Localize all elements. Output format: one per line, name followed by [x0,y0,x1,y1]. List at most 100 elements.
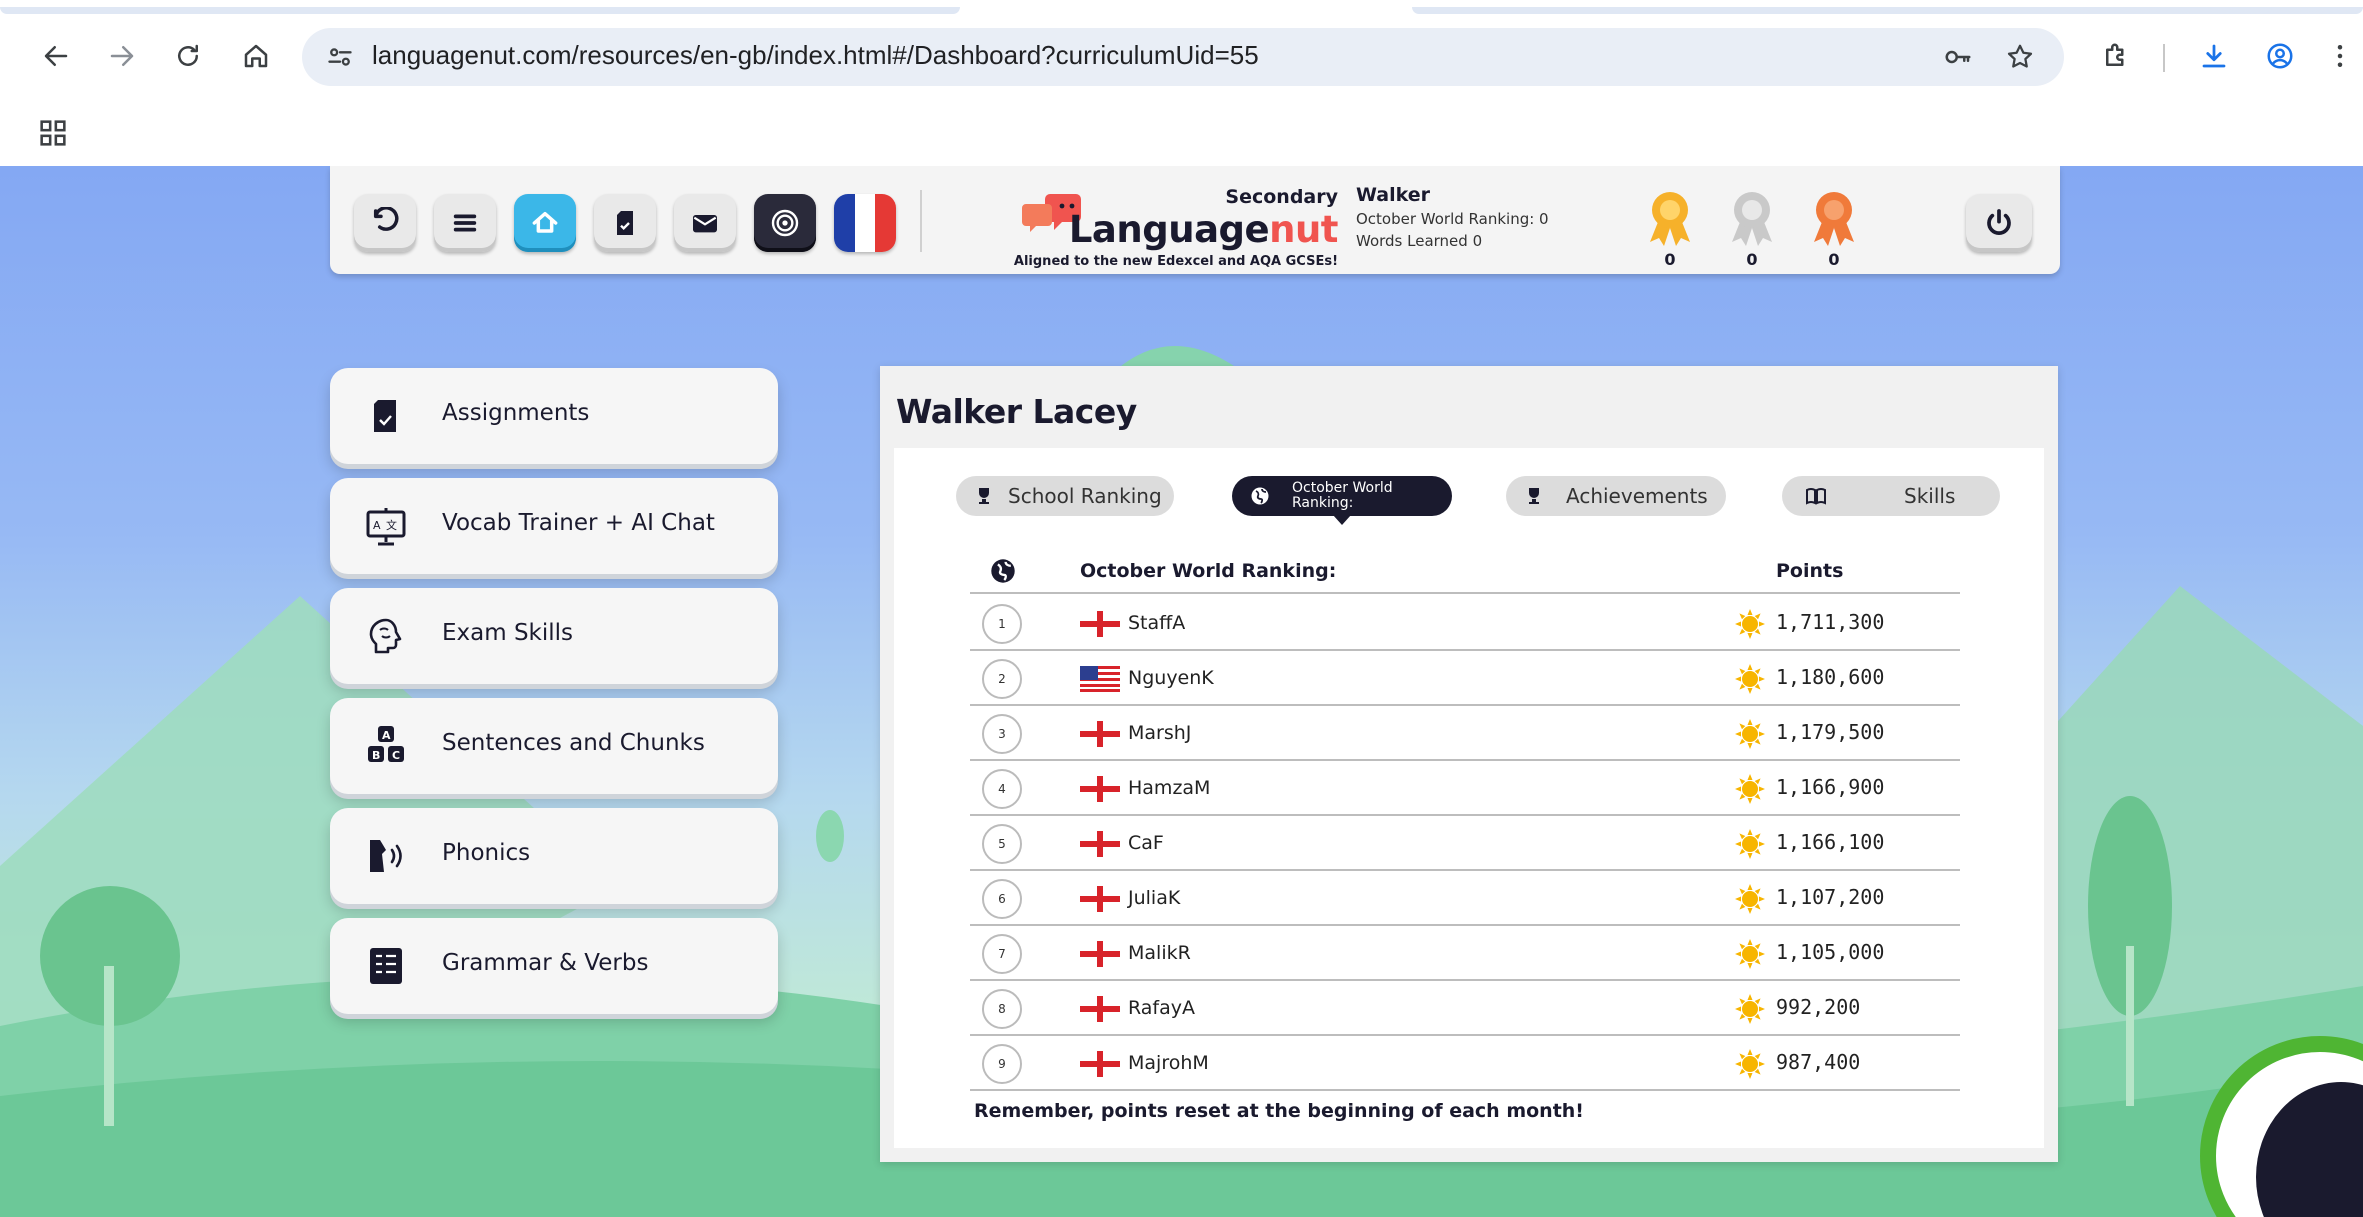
page-viewport: Secondary Languagenut Aligned to the new… [0,166,2363,1217]
undo-arrow-icon [373,207,399,231]
player-points: 1,711,300 [1776,610,1885,634]
home-browser-button[interactable] [234,34,278,78]
apps-grid-icon[interactable] [36,116,70,150]
sun-points-icon [1734,938,1766,970]
french-flag-icon [834,194,855,252]
app-top-bar: Secondary Languagenut Aligned to the new… [330,166,2060,274]
profile-button[interactable] [2258,34,2302,78]
menu-button[interactable] [434,194,496,252]
gold-medal[interactable]: 0 [1640,188,1700,269]
menu-sentences-chunks[interactable]: ABC Sentences and Chunks [330,698,778,794]
england-flag-icon [1080,996,1120,1022]
england-flag-icon [1080,941,1120,967]
site-info-icon[interactable] [324,41,356,73]
brain-icon [364,614,408,658]
tab-inactive[interactable] [1412,7,2363,14]
url-text[interactable]: languagenut.com/resources/en-gb/index.ht… [372,40,1259,71]
player-points: 1,105,000 [1776,940,1885,964]
ranking-row[interactable]: 6 JuliaK 1,107,200 [970,871,1960,926]
vocab-trainer-icon: A文 [364,504,408,548]
abc-blocks-icon: ABC [364,724,408,768]
player-name: CaF [1128,832,1164,854]
browser-menu-button[interactable] [2320,34,2360,78]
menu-phonics[interactable]: Phonics [330,808,778,904]
language-flag-button[interactable] [834,194,896,252]
ranking-row[interactable]: 9 MajrohM 987,400 [970,1036,1960,1091]
menu-label: Grammar & Verbs [442,950,649,976]
player-name: MajrohM [1128,1052,1209,1074]
menu-label: Sentences and Chunks [442,730,705,756]
ranking-row[interactable]: 3 MarshJ 1,179,500 [970,706,1960,761]
sun-points-icon [1734,993,1766,1025]
home-button[interactable] [514,194,576,252]
silver-medal[interactable]: 0 [1722,188,1782,269]
live-button[interactable] [754,194,816,252]
logo-wordmark: Languagenut [1069,208,1339,251]
house-icon [244,44,268,68]
tab-october-world-ranking[interactable]: October World Ranking: [1232,476,1452,525]
england-flag-icon [1080,1051,1120,1077]
player-points: 1,179,500 [1776,720,1885,744]
chat-bubble-icon [2256,1082,2363,1217]
england-flag-icon [1080,776,1120,802]
svg-text:C: C [392,749,400,762]
ranking-row[interactable]: 2 NguyenK 1,180,600 [970,651,1960,706]
ranking-row[interactable]: 5 CaF 1,166,100 [970,816,1960,871]
bronze-medal[interactable]: 0 [1804,188,1864,269]
ranking-row[interactable]: 8 RafayA 992,200 [970,981,1960,1036]
svg-text:文: 文 [386,518,397,532]
address-bar[interactable]: languagenut.com/resources/en-gb/index.ht… [302,28,2064,86]
england-flag-icon [1080,721,1120,747]
extensions-button[interactable] [2094,34,2138,78]
tab-label: School Ranking [1008,484,1162,508]
menu-label: Assignments [442,400,590,426]
assignments-top-button[interactable] [594,194,656,252]
undo-button[interactable] [354,194,416,252]
player-name: StaffA [1128,612,1186,634]
ranking-row[interactable]: 7 MalikR 1,105,000 [970,926,1960,981]
messages-button[interactable] [674,194,736,252]
rank-badge: 9 [982,1044,1022,1084]
profile-icon [2267,43,2293,69]
menu-exam-skills[interactable]: Exam Skills [330,588,778,684]
tab-skills[interactable]: Skills [1782,476,2000,516]
sun-points-icon [1734,718,1766,750]
rank-badge: 4 [982,769,1022,809]
forward-button[interactable] [100,34,144,78]
assignment-icon [617,211,633,235]
menu-vocab-trainer[interactable]: A文 Vocab Trainer + AI Chat [330,478,778,574]
menu-label: Vocab Trainer + AI Chat [442,510,715,536]
back-button[interactable] [34,34,78,78]
menu-grammar-verbs[interactable]: Grammar & Verbs [330,918,778,1014]
envelope-icon [693,215,717,233]
reload-button[interactable] [166,34,210,78]
assignment-icon [364,394,408,438]
user-name: Walker [1356,184,1430,206]
logout-button[interactable] [1966,194,2032,252]
bookmark-star-icon[interactable] [2004,41,2036,73]
player-name: MarshJ [1128,722,1192,744]
downloads-button[interactable] [2192,34,2236,78]
password-key-icon[interactable] [1942,41,1974,73]
globe-icon [1251,487,1269,505]
ranking-row[interactable]: 1 StaffA 1,711,300 [970,596,1960,651]
tab-achievements[interactable]: Achievements [1506,476,1726,516]
languagenut-logo[interactable]: Secondary Languagenut Aligned to the new… [952,182,1339,270]
svg-text:A: A [382,729,391,742]
menu-assignments[interactable]: Assignments [330,368,778,464]
more-vertical-icon [2337,45,2343,67]
player-points: 992,200 [1776,995,1861,1019]
usa-flag-icon [1080,666,1120,692]
gold-medal-icon [1650,192,1690,246]
player-points: 987,400 [1776,1050,1861,1074]
ranking-table-header: October World Ranking: Points [970,552,1960,594]
player-points: 1,166,100 [1776,830,1885,854]
arrow-right-icon [110,46,134,66]
tab-inactive[interactable] [0,7,960,14]
download-icon [2202,44,2226,68]
panel-title: Walker Lacey [896,392,1137,431]
tab-school-ranking[interactable]: School Ranking [956,476,1174,516]
ranking-row[interactable]: 4 HamzaM 1,166,900 [970,761,1960,816]
bar-divider [920,190,922,252]
trophy-icon [1529,488,1539,504]
